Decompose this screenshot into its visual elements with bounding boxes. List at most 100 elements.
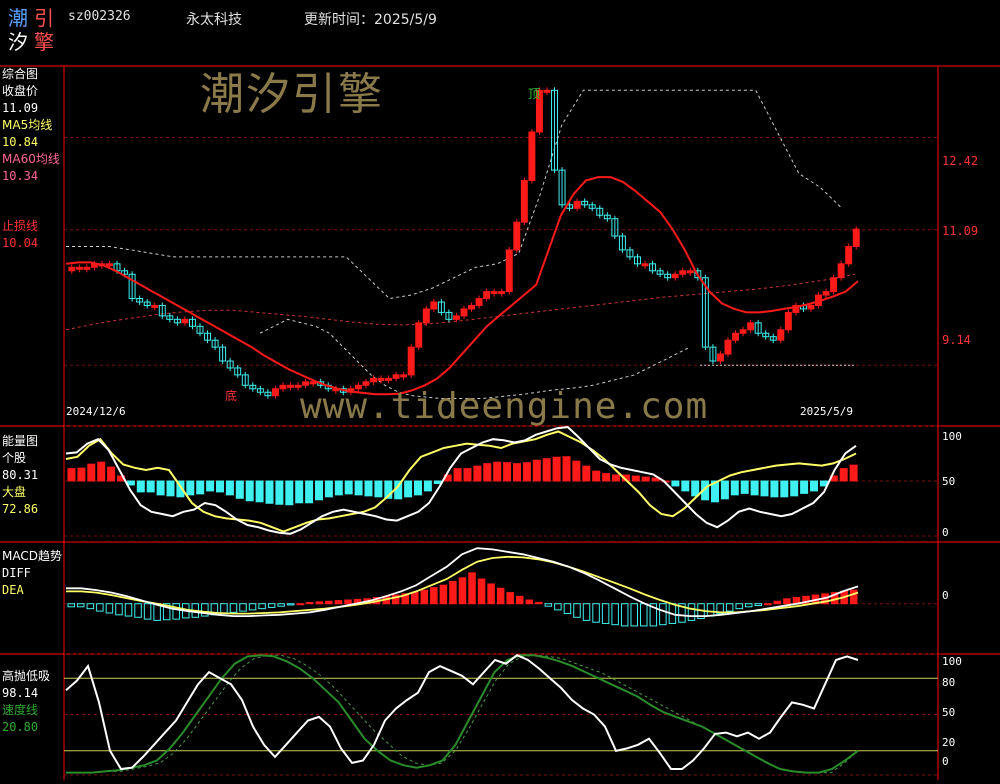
candle <box>83 266 91 270</box>
macd-bar <box>105 603 114 614</box>
candle <box>483 291 491 300</box>
energy-bar <box>572 460 581 482</box>
macd-bar <box>430 587 438 605</box>
candle <box>287 384 294 388</box>
macd-bar <box>77 603 85 608</box>
macd-bar <box>764 603 772 606</box>
candle <box>279 384 287 390</box>
macd-bar <box>248 603 257 611</box>
ytick-energy-0: 0 <box>942 526 949 539</box>
energy-bar <box>720 480 729 500</box>
energy-bar <box>156 480 165 496</box>
macd-bar <box>315 601 324 605</box>
macd-bar <box>220 603 228 615</box>
candle <box>528 131 536 182</box>
ma60-value: 10.34 <box>2 169 39 183</box>
candle <box>505 249 513 293</box>
candle <box>400 374 408 378</box>
energy-stock-value: 80.31 <box>2 468 39 482</box>
macd-bar <box>124 603 133 617</box>
energy-bar <box>522 462 531 482</box>
energy-bar <box>552 456 561 482</box>
macd-bar <box>515 595 524 605</box>
energy-bar <box>324 480 333 498</box>
macd-bar <box>344 599 352 605</box>
candle <box>68 266 76 272</box>
logo-char-4: 擎 <box>34 30 54 54</box>
energy-bar <box>780 480 789 498</box>
energy-bar <box>87 463 96 482</box>
macd-bar <box>468 572 476 605</box>
macd-bar <box>134 603 142 618</box>
candle <box>747 322 755 331</box>
macd-bar <box>735 603 743 610</box>
candle <box>392 374 400 379</box>
bottom-marker: 底 <box>225 389 238 403</box>
macd-bar <box>477 578 486 605</box>
close-label: 收盘价 <box>2 84 39 98</box>
macd-bar <box>783 598 791 605</box>
energy-bar <box>216 480 224 493</box>
candle <box>490 291 498 295</box>
energy-bar <box>562 456 571 482</box>
macd-bar <box>544 603 553 607</box>
macd-bar <box>687 603 696 621</box>
energy-bar <box>810 480 818 492</box>
logo-char-2: 引 <box>34 6 54 30</box>
macd-bar <box>592 603 600 623</box>
energy-bar <box>364 480 373 497</box>
energy-bar <box>750 480 759 496</box>
energy-bar <box>206 480 215 492</box>
stock-name: 永太科技 <box>186 12 242 28</box>
candle <box>271 388 279 397</box>
macd-bar <box>849 589 858 605</box>
macd-bar <box>725 603 734 612</box>
energy-bar <box>463 468 472 482</box>
energy-title: 能量图 <box>2 434 39 448</box>
ma60-label: MA60均线 <box>2 152 60 166</box>
candle <box>573 200 581 209</box>
energy-bar <box>404 480 413 498</box>
candle <box>822 291 830 296</box>
macd-bar <box>420 589 429 605</box>
macd-bar <box>143 603 152 620</box>
macd-diff-label: DIFF <box>2 566 31 580</box>
ma5-label: MA5均线 <box>2 118 53 132</box>
energy-bar <box>235 480 244 499</box>
energy-bar <box>790 480 799 497</box>
macd-bar <box>449 580 457 605</box>
macd-dea-label: DEA <box>2 583 24 597</box>
macd-bar <box>706 603 715 617</box>
osc-value: 98.14 <box>2 686 39 700</box>
candle <box>468 304 476 310</box>
candle <box>641 263 649 267</box>
energy-bar <box>245 480 254 502</box>
macd-bar <box>554 603 562 611</box>
energy-bar <box>602 473 611 482</box>
candle <box>679 270 687 275</box>
ytick-osc-20: 20 <box>942 736 956 749</box>
macd-bar <box>115 603 123 616</box>
logo-char-1: 潮 <box>8 6 28 30</box>
energy-bar <box>136 480 145 493</box>
energy-bar <box>770 480 779 498</box>
candle <box>739 329 747 334</box>
osc-main-line <box>65 654 859 771</box>
candle <box>415 322 423 348</box>
osc-speed-label: 速度线 <box>2 703 39 717</box>
macd-bar <box>86 603 95 610</box>
brand-logo: 潮 引 汐 擎 <box>6 4 58 54</box>
ytick-osc-80: 80 <box>942 676 956 689</box>
energy-bar <box>374 480 383 498</box>
macd-bar <box>267 603 276 608</box>
energy-bar <box>631 475 640 482</box>
candle <box>407 346 415 376</box>
macd-bar <box>601 603 610 624</box>
energy-bar <box>503 462 512 482</box>
update-time: 更新时间：2025/5/9 <box>304 12 437 28</box>
candle <box>370 377 377 383</box>
macd-bar <box>611 603 619 626</box>
energy-bar <box>433 480 442 484</box>
energy-bar <box>839 468 848 482</box>
osc-speed-dashed-line <box>66 654 859 774</box>
